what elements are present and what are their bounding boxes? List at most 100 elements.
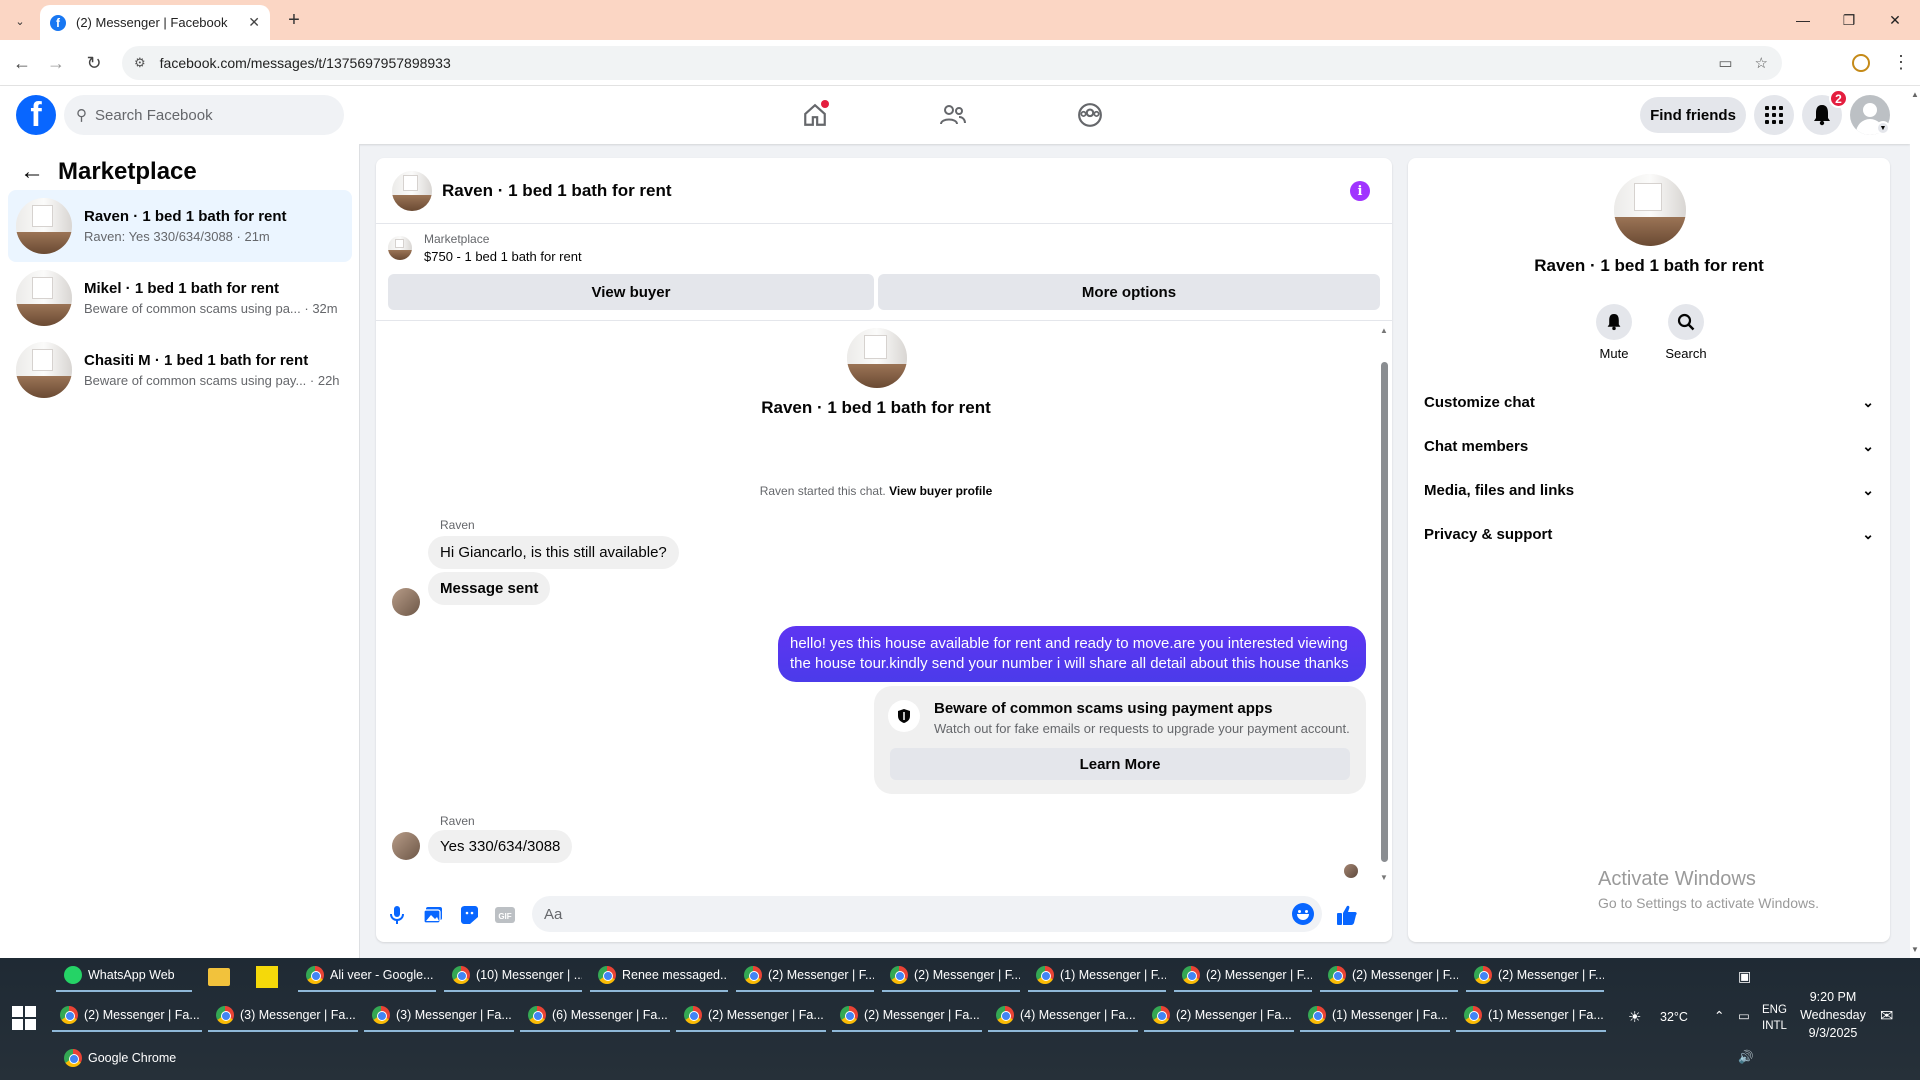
chrome-icon — [1328, 966, 1346, 984]
search-in-chat-button[interactable]: Search — [1651, 304, 1721, 361]
sticky-notes-icon[interactable] — [256, 966, 278, 988]
forward-icon[interactable]: → — [42, 49, 70, 77]
taskbar-item[interactable]: Ali veer - Google... — [298, 960, 436, 992]
taskbar-item[interactable]: (1) Messenger | F... — [1028, 960, 1166, 992]
taskbar-item[interactable]: (2) Messenger | Fa... — [1144, 1000, 1294, 1032]
scroll-down-icon[interactable]: ▼ — [1911, 945, 1919, 954]
conversation-item[interactable]: Chasiti M · 1 bed 1 bath for rent Beware… — [8, 334, 352, 406]
menu-grid-icon[interactable] — [1754, 95, 1794, 135]
info-icon[interactable]: i — [1350, 181, 1370, 201]
chat-title[interactable]: Raven · 1 bed 1 bath for rent — [442, 181, 672, 201]
microphone-icon[interactable] — [386, 904, 408, 926]
incoming-message[interactable]: Hi Giancarlo, is this still available? — [428, 536, 679, 569]
chat-members-section[interactable]: Chat members ⌄ — [1424, 424, 1874, 468]
taskbar-item[interactable]: (3) Messenger | Fa... — [364, 1000, 514, 1032]
volume-icon[interactable]: 🔊 — [1738, 1050, 1754, 1065]
message-input[interactable] — [544, 905, 1244, 923]
mute-button[interactable]: Mute — [1579, 304, 1649, 361]
sticker-icon[interactable] — [458, 904, 480, 926]
info-avatar — [1614, 174, 1686, 246]
language-indicator[interactable]: ENG INTL — [1762, 1002, 1787, 1034]
tab-search-chevron-icon[interactable]: ⌄ — [8, 10, 32, 32]
message-input-box[interactable] — [532, 896, 1322, 932]
scroll-down-icon[interactable]: ▼ — [1379, 873, 1389, 882]
taskbar-item[interactable]: (2) Messenger | Fa... — [676, 1000, 826, 1032]
taskbar-item[interactable]: (4) Messenger | Fa... — [988, 1000, 1138, 1032]
weather-icon[interactable]: ☀ — [1628, 1008, 1641, 1026]
incoming-message[interactable]: Yes 330/634/3088 — [428, 830, 573, 863]
facebook-search-input[interactable] — [95, 106, 315, 124]
account-chevron-icon[interactable]: ▼ — [1876, 121, 1890, 135]
media-files-links-section[interactable]: Media, files and links ⌄ — [1424, 468, 1874, 512]
taskbar-item[interactable]: (2) Messenger | Fa... — [52, 1000, 202, 1032]
conversation-item[interactable]: Mikel · 1 bed 1 bath for rent Beware of … — [8, 262, 352, 334]
reload-icon[interactable]: ↻ — [80, 49, 108, 77]
close-window-icon[interactable]: ✕ — [1872, 0, 1918, 40]
taskbar-item[interactable]: (1) Messenger | Fa... — [1456, 1000, 1606, 1032]
tab-close-icon[interactable]: ✕ — [248, 14, 260, 31]
photo-icon[interactable] — [422, 904, 444, 926]
file-explorer-icon[interactable] — [208, 968, 230, 986]
tray-expand-icon[interactable]: ⌃ — [1714, 1008, 1724, 1023]
taskbar-item[interactable]: (2) Messenger | F... — [736, 960, 874, 992]
incoming-message[interactable]: Message sent — [428, 572, 551, 605]
site-info-icon[interactable]: ⚙ — [134, 55, 146, 71]
customize-chat-section[interactable]: Customize chat ⌄ — [1424, 380, 1874, 424]
weather-temperature[interactable]: 32°C — [1660, 1010, 1688, 1024]
sender-avatar[interactable] — [392, 832, 420, 860]
taskbar-item[interactable]: (1) Messenger | Fa... — [1300, 1000, 1450, 1032]
taskbar-item-google-chrome[interactable]: Google Chrome — [56, 1042, 196, 1074]
taskbar-item-whatsapp[interactable]: WhatsApp Web — [56, 960, 192, 992]
emoji-icon[interactable] — [1292, 903, 1314, 925]
page-scrollbar[interactable]: ▲ ▼ — [1910, 86, 1920, 958]
taskbar-item[interactable]: (2) Messenger | F... — [1466, 960, 1604, 992]
browser-profile-icon[interactable] — [1852, 54, 1870, 72]
restore-icon[interactable]: ❐ — [1826, 0, 1872, 40]
sender-avatar[interactable] — [392, 588, 420, 616]
find-friends-button[interactable]: Find friends — [1640, 97, 1746, 133]
taskbar-item[interactable]: (2) Messenger | Fa... — [832, 1000, 982, 1032]
bookmark-star-icon[interactable]: ☆ — [1755, 54, 1768, 72]
chat-avatar[interactable] — [392, 170, 432, 211]
marketplace-header: ← Marketplace — [20, 158, 197, 186]
address-bar[interactable]: ⚙ facebook.com/messages/t/13756979578989… — [122, 46, 1782, 80]
view-buyer-button[interactable]: View buyer — [388, 274, 874, 310]
home-icon[interactable] — [795, 96, 835, 134]
minimize-icon[interactable]: — — [1780, 0, 1826, 40]
facebook-logo-icon[interactable]: f — [16, 95, 56, 135]
browser-tab[interactable]: f (2) Messenger | Facebook ✕ — [40, 5, 270, 40]
view-buyer-profile-link[interactable]: View buyer profile — [889, 484, 992, 498]
outgoing-message[interactable]: hello! yes this house available for rent… — [778, 626, 1366, 682]
notification-center-icon[interactable]: ✉ — [1880, 1006, 1893, 1026]
new-tab-icon[interactable]: + — [282, 8, 306, 32]
install-app-icon[interactable]: ▭ — [1718, 54, 1732, 72]
network-icon[interactable]: ▭ — [1738, 1008, 1750, 1023]
notifications-bell-icon[interactable]: 2 — [1802, 89, 1848, 135]
taskbar-item[interactable]: Renee messaged... — [590, 960, 728, 992]
facebook-search[interactable]: ⚲ — [64, 95, 344, 135]
privacy-support-section[interactable]: Privacy & support ⌄ — [1424, 512, 1874, 556]
friends-icon[interactable] — [933, 96, 973, 134]
taskbar-item[interactable]: (3) Messenger | Fa... — [208, 1000, 358, 1032]
task-view-icon[interactable]: ▣ — [1738, 968, 1751, 985]
browser-menu-icon[interactable]: ⋮ — [1892, 52, 1910, 73]
taskbar-item[interactable]: (10) Messenger | ... — [444, 960, 582, 992]
taskbar-item[interactable]: (2) Messenger | F... — [882, 960, 1020, 992]
thumbs-up-icon[interactable] — [1336, 904, 1358, 926]
windows-start-icon[interactable] — [12, 1006, 36, 1030]
taskbar-item[interactable]: (6) Messenger | Fa... — [520, 1000, 670, 1032]
clock[interactable]: 9:20 PM Wednesday 9/3/2025 — [1796, 988, 1870, 1042]
conversation-item[interactable]: Raven · 1 bed 1 bath for rent Raven: Yes… — [8, 190, 352, 262]
more-options-button[interactable]: More options — [878, 274, 1380, 310]
learn-more-button[interactable]: Learn More — [890, 748, 1350, 780]
scroll-up-icon[interactable]: ▲ — [1911, 90, 1919, 99]
gif-icon[interactable]: GIF — [494, 904, 516, 926]
back-icon[interactable]: ← — [8, 49, 36, 77]
scroll-up-icon[interactable]: ▲ — [1379, 326, 1389, 335]
chat-scrollbar[interactable]: ▲ ▼ — [1379, 326, 1389, 882]
taskbar-item[interactable]: (2) Messenger | F... — [1174, 960, 1312, 992]
scrollbar-thumb[interactable] — [1381, 362, 1388, 862]
back-arrow-icon[interactable]: ← — [20, 158, 44, 186]
taskbar-item[interactable]: (2) Messenger | F... — [1320, 960, 1458, 992]
groups-icon[interactable] — [1070, 96, 1110, 134]
